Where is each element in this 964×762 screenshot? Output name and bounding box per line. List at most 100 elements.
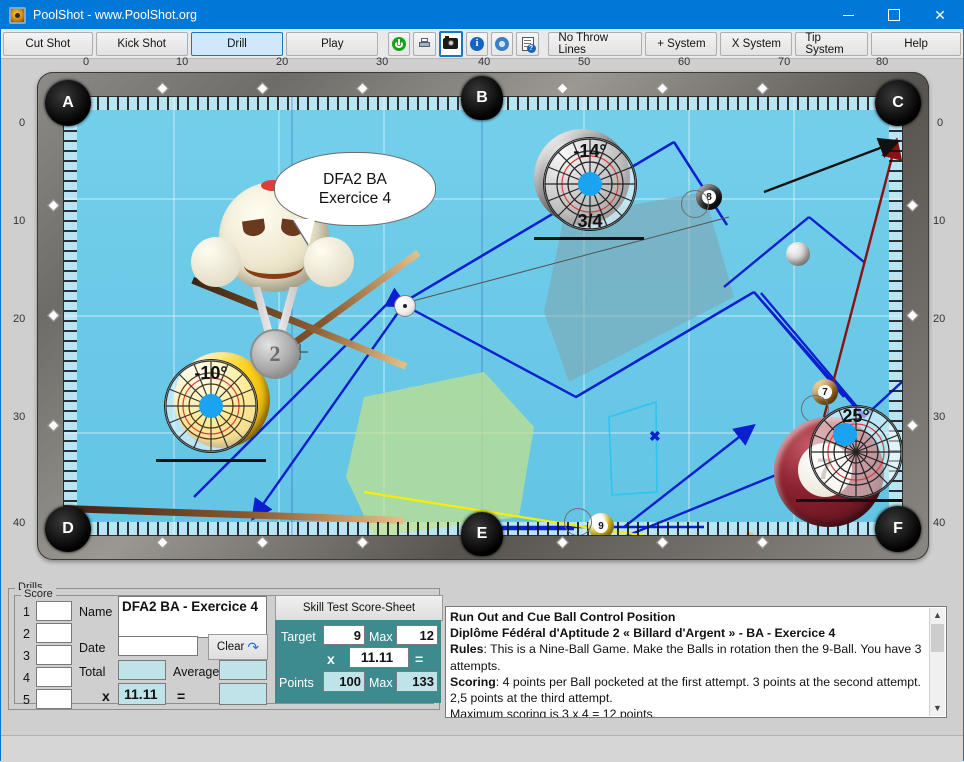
speech-bubble-tail [293,219,315,245]
pocket-F[interactable]: F [875,506,921,552]
undo-arrow-icon: ↷ [247,638,260,655]
rail-diamond [556,82,569,95]
rail-diamond [906,419,919,432]
score-row-label-4: 4 [23,671,30,685]
poolshot-window: PoolShot - www.PoolShot.org ✕ Cut Shot K… [0,0,964,762]
pocket-D[interactable]: D [45,506,91,552]
spin-contact-dot [578,172,602,196]
pocket-B[interactable]: B [461,76,503,120]
spin-indicator-yellow-ball[interactable]: -10° [164,359,258,453]
left-ruler-30: 30 [13,411,26,423]
ball-9[interactable]: 9 [588,513,614,535]
description-rules: Rules: This is a Nine-Ball Game. Make th… [450,641,928,673]
description-scrollbar[interactable]: ▲ ▼ [929,608,945,716]
minimize-button[interactable] [825,1,871,29]
help-doc-button[interactable]: ? [516,31,539,56]
skill-test-score-sheet-button[interactable]: Skill Test Score-Sheet [275,595,443,621]
cue-ball[interactable] [394,295,416,317]
top-ruler-80: 80 [876,56,889,68]
rules-label: Rules [450,642,484,657]
right-ruler-0: 0 [937,117,944,129]
button-x-system[interactable]: X System [720,31,793,56]
tab-drill[interactable]: Drill [190,31,284,56]
tab-cut-shot[interactable]: Cut Shot [3,31,93,56]
rail-diamond [256,536,269,549]
scoresheet-multiplier-value: 11.11 [360,650,394,665]
spin-underline [534,237,644,240]
left-ruler-20: 20 [13,313,26,325]
score-input-5[interactable] [36,689,72,709]
clear-button[interactable]: Clear ↷ [208,634,268,660]
button-plus-system[interactable]: + System [645,31,718,56]
pocket-C[interactable]: C [875,80,921,126]
rack-outline [608,400,658,496]
rail-diamond [256,82,269,95]
power-icon [392,36,407,51]
score-input-4[interactable] [36,667,72,687]
top-ruler-40: 40 [478,56,491,68]
mascot-smile [244,252,304,279]
rail-diamond [356,536,369,549]
title-bar: PoolShot - www.PoolShot.org ✕ [1,1,963,29]
button-no-throw-lines[interactable]: No Throw Lines [548,31,643,56]
score-input-3[interactable] [36,645,72,665]
rail-diamond [156,82,169,95]
drill-description-panel[interactable]: Run Out and Cue Ball Control Position Di… [445,606,947,718]
object-ball-small[interactable] [786,242,810,266]
left-ruler-0: 0 [19,117,26,129]
top-ruler-70: 70 [778,56,791,68]
ghost-ball [564,508,592,535]
scoring-text: : 4 points per Ball pocketed at the firs… [450,674,921,706]
tab-play[interactable]: Play [286,31,379,56]
scrollbar-thumb[interactable] [931,624,944,652]
pocket-A[interactable]: A [45,80,91,126]
poolshot-logo-icon [9,6,26,24]
scroll-up-icon[interactable]: ▲ [930,608,945,623]
power-button[interactable] [388,31,411,56]
tab-kick-shot[interactable]: Kick Shot [95,31,188,56]
main-toolbar: Cut Shot Kick Shot Drill Play i ? No Thr… [1,29,963,59]
points-value: 100 [339,674,361,689]
description-title-2: Diplôme Fédéral d'Aptitude 2 « Billard d… [450,626,836,641]
spin-indicator-red-ball[interactable]: 25° [809,405,902,499]
result-field [219,683,267,705]
settings-button[interactable] [491,31,514,56]
window-title: PoolShot - www.PoolShot.org [33,8,197,22]
target-max-value: 12 [419,628,434,643]
spin-underline [156,459,266,462]
table-felt[interactable]: ✖ 8 7 9 2 DFA2 BA Exercice 4 -14° 3/4 -1… [63,96,903,536]
rail-diamond [556,536,569,549]
clear-button-label: Clear [216,641,245,653]
target-max-label: Max [369,630,393,644]
score-input-1[interactable] [36,601,72,621]
scroll-down-icon[interactable]: ▼ [930,701,945,716]
print-button[interactable] [413,31,436,56]
spin-contact-dot [199,394,223,418]
multiplier-value: 11.11 [124,686,158,702]
maximize-button[interactable] [871,1,917,29]
screenshot-button[interactable] [438,30,463,57]
pocket-E[interactable]: E [461,512,503,556]
average-value-field [219,660,267,680]
spin-indicator-cueball-top[interactable]: -14° 3/4 [543,137,637,231]
spin-degrees-left: -10° [194,363,228,383]
score-group-label: Score [21,588,56,600]
pool-table[interactable]: ✖ 8 7 9 2 DFA2 BA Exercice 4 -14° 3/4 -1… [37,72,929,560]
button-tip-system[interactable]: Tip System [795,31,869,56]
target-label: Target [281,630,316,644]
score-input-2[interactable] [36,623,72,643]
date-label: Date [79,641,106,655]
date-input[interactable] [118,636,198,656]
speech-bubble-line2: Exercice 4 [318,190,392,207]
points-max-label: Max [369,676,393,690]
status-bar [1,735,963,762]
right-ruler-40: 40 [933,517,946,529]
pool-table-area[interactable]: 0 10 20 30 40 50 60 70 80 0 10 20 30 40 … [1,56,963,569]
ghost-ball [681,190,709,218]
name-label: Name [79,605,113,619]
spin-degrees-right: 25° [842,406,870,426]
button-help[interactable]: Help [871,31,962,56]
info-button[interactable]: i [465,31,489,56]
rail-diamond [656,536,669,549]
close-button[interactable]: ✕ [917,1,963,29]
